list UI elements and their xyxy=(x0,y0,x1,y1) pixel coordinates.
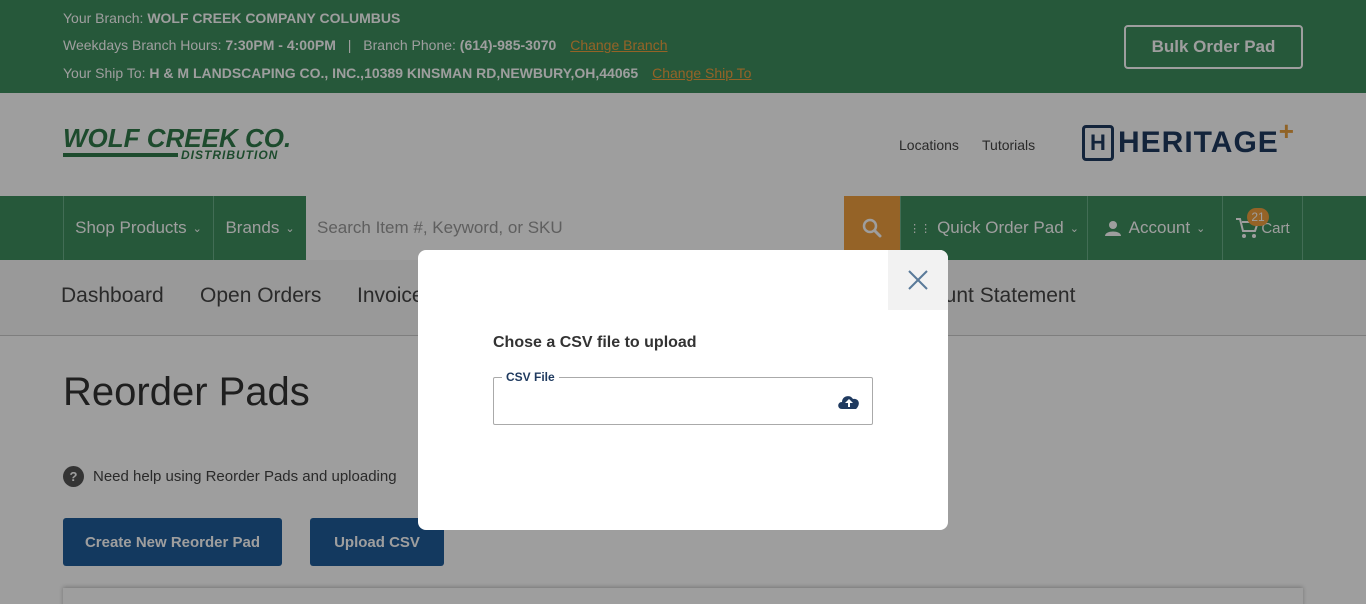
close-icon xyxy=(908,270,928,290)
close-button[interactable] xyxy=(888,250,948,310)
csv-file-field[interactable]: CSV File xyxy=(493,370,873,425)
modal-title: Chose a CSV file to upload xyxy=(493,334,697,351)
upload-csv-modal: Chose a CSV file to upload CSV File xyxy=(418,250,948,530)
csv-file-label: CSV File xyxy=(502,370,559,384)
modal-backdrop-top[interactable] xyxy=(0,0,1366,93)
cloud-upload-icon[interactable] xyxy=(836,391,862,411)
